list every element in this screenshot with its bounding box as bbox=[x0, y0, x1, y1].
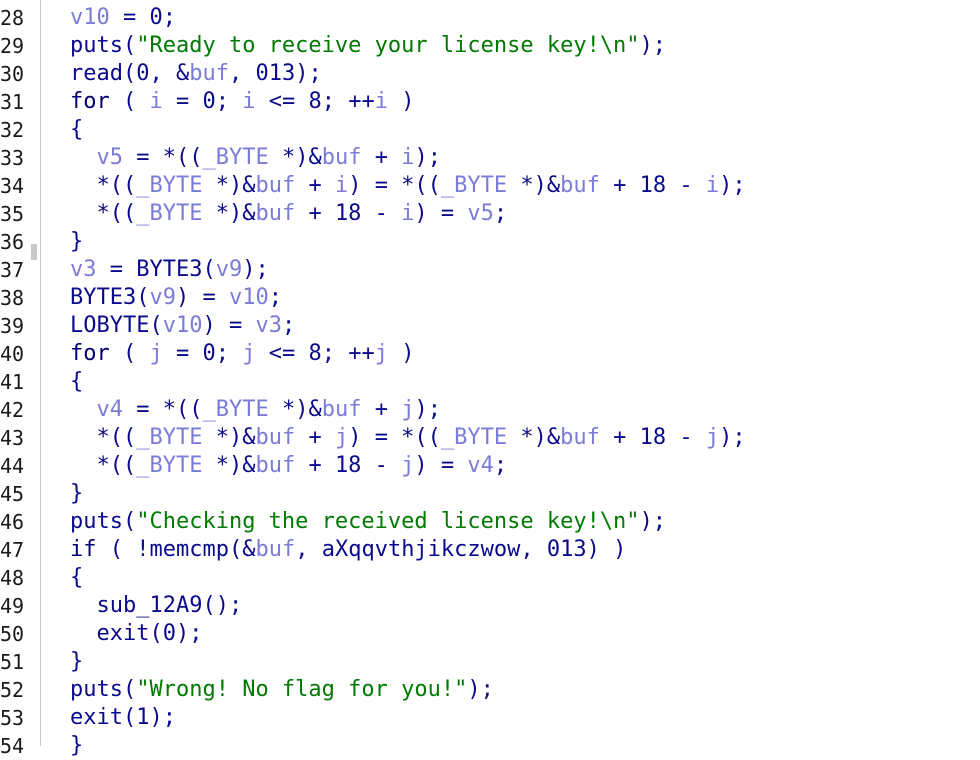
code-line[interactable]: puts("Ready to receive your license key!… bbox=[70, 32, 666, 60]
code-line[interactable]: v3 = BYTE3(v9); bbox=[70, 256, 269, 284]
line-number: 29 bbox=[0, 34, 24, 58]
code-line[interactable]: v5 = *((_BYTE *)&buf + i); bbox=[70, 144, 441, 172]
line-number: 49 bbox=[0, 594, 24, 618]
code-line[interactable]: sub_12A9(); bbox=[70, 592, 243, 620]
code-line[interactable]: for ( i = 0; i <= 8; ++i ) bbox=[70, 88, 414, 116]
code-line[interactable]: } bbox=[70, 732, 83, 760]
code-line[interactable]: LOBYTE(v10) = v3; bbox=[70, 312, 295, 340]
line-number: 28 bbox=[0, 6, 24, 30]
code-line[interactable]: read(0, &buf, 013); bbox=[70, 60, 322, 88]
code-line[interactable]: exit(0); bbox=[70, 620, 203, 648]
code-line[interactable]: exit(1); bbox=[70, 704, 176, 732]
code-line[interactable]: } bbox=[70, 648, 83, 676]
code-line[interactable]: v10 = 0; bbox=[70, 4, 176, 32]
line-number: 48 bbox=[0, 566, 24, 590]
line-number: 35 bbox=[0, 202, 24, 226]
line-number: 31 bbox=[0, 90, 24, 114]
line-number: 38 bbox=[0, 286, 24, 310]
line-number: 40 bbox=[0, 342, 24, 366]
line-number-gutter: 28 29 30 31 32 33 34 35 36 37 38 39 40 4… bbox=[0, 0, 40, 758]
pseudocode-view[interactable]: 28 29 30 31 32 33 34 35 36 37 38 39 40 4… bbox=[0, 0, 980, 758]
line-number: 46 bbox=[0, 510, 24, 534]
code-line[interactable]: { bbox=[70, 116, 83, 144]
code-line[interactable]: BYTE3(v9) = v10; bbox=[70, 284, 282, 312]
line-number: 42 bbox=[0, 398, 24, 422]
line-number: 36 bbox=[0, 230, 24, 254]
line-number: 50 bbox=[0, 622, 24, 646]
code-line[interactable]: v4 = *((_BYTE *)&buf + j); bbox=[70, 396, 441, 424]
line-number: 45 bbox=[0, 482, 24, 506]
code-line[interactable]: } bbox=[70, 228, 83, 256]
code-line[interactable]: { bbox=[70, 564, 83, 592]
code-line[interactable]: { bbox=[70, 368, 83, 396]
line-number: 54 bbox=[0, 734, 24, 758]
line-number: 32 bbox=[0, 118, 24, 142]
line-number: 34 bbox=[0, 174, 24, 198]
code-line[interactable]: *((_BYTE *)&buf + i) = *((_BYTE *)&buf +… bbox=[70, 172, 745, 200]
line-number: 53 bbox=[0, 706, 24, 730]
line-number: 44 bbox=[0, 454, 24, 478]
code-line[interactable]: puts("Wrong! No flag for you!"); bbox=[70, 676, 494, 704]
line-number: 52 bbox=[0, 678, 24, 702]
line-number: 30 bbox=[0, 62, 24, 86]
line-number: 39 bbox=[0, 314, 24, 338]
code-line[interactable]: for ( j = 0; j <= 8; ++j ) bbox=[70, 340, 414, 368]
line-number: 37 bbox=[0, 258, 24, 282]
line-number: 33 bbox=[0, 146, 24, 170]
line-number: 47 bbox=[0, 538, 24, 562]
line-number: 41 bbox=[0, 370, 24, 394]
code-line[interactable]: } bbox=[70, 480, 83, 508]
code-line[interactable]: puts("Checking the received license key!… bbox=[70, 508, 666, 536]
code-line[interactable]: *((_BYTE *)&buf + 18 - j) = v4; bbox=[70, 452, 507, 480]
fold-marker-icon[interactable] bbox=[31, 244, 37, 260]
code-line[interactable]: if ( !memcmp(&buf, aXqqvthjikczwow, 013)… bbox=[70, 536, 626, 564]
line-number: 43 bbox=[0, 426, 24, 450]
line-number: 51 bbox=[0, 650, 24, 674]
code-line[interactable]: *((_BYTE *)&buf + j) = *((_BYTE *)&buf +… bbox=[70, 424, 745, 452]
gutter-divider bbox=[40, 0, 41, 746]
code-line[interactable]: *((_BYTE *)&buf + 18 - i) = v5; bbox=[70, 200, 507, 228]
